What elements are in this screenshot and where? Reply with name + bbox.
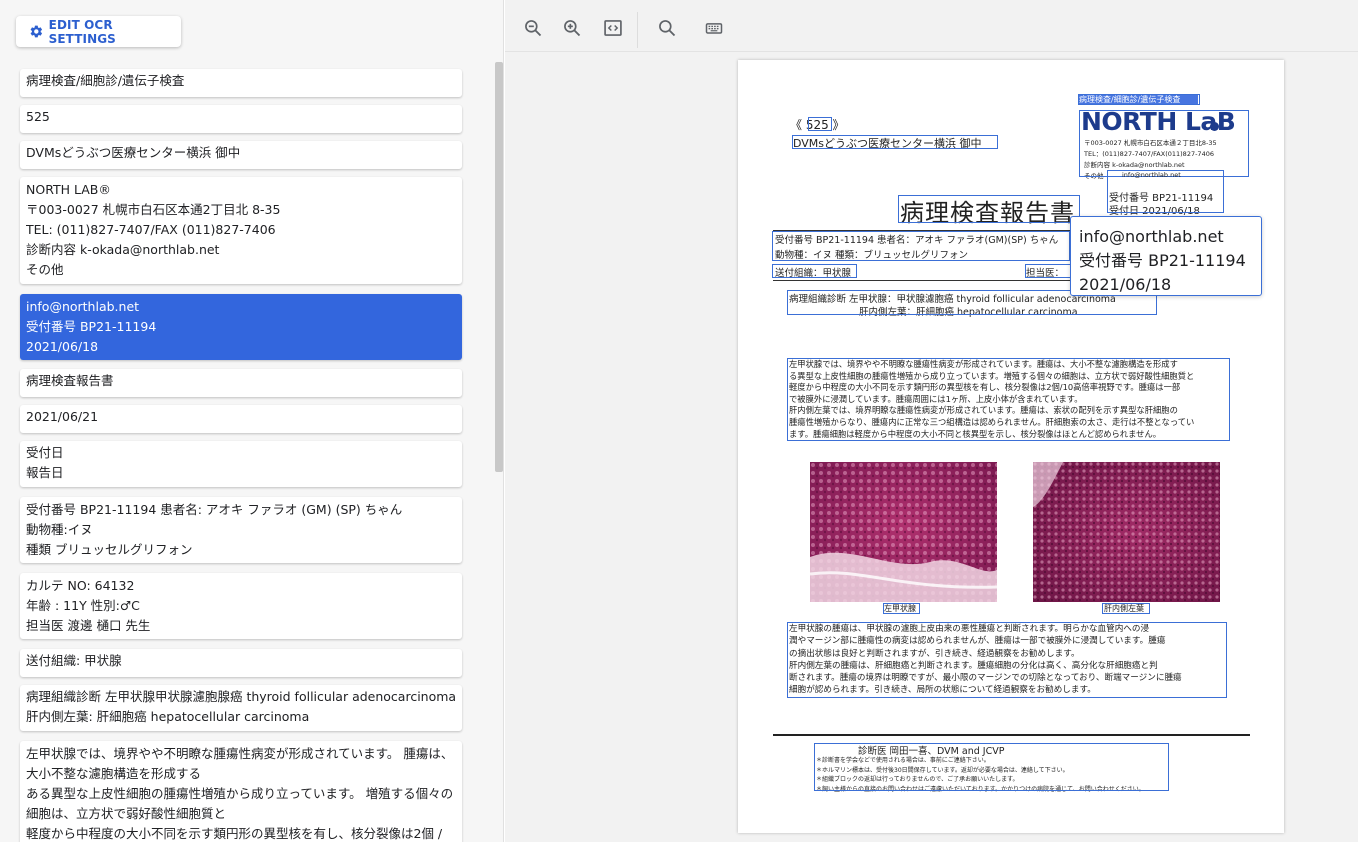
ocr-card-line: TEL: (011)827-7407/FAX (011)827-7406 [26, 222, 276, 237]
ocr-card[interactable]: 病理組織診断 左甲状腺甲状腺濾胞腺癌 thyroid follicular ad… [20, 685, 462, 731]
ocr-box[interactable] [1079, 110, 1249, 177]
ocr-card-line: 動物種:イヌ [26, 522, 93, 537]
ocr-card-line: 肝内側左葉: 肝細胞癌 hepatocellular carcinoma [26, 709, 310, 724]
search-button[interactable] [656, 17, 678, 39]
ocr-card-line: NORTH LAB® [26, 182, 111, 197]
ocr-card[interactable]: カルテ NO: 64132 年齢 : 11Y 性別:♂C 担当医 渡邊 樋口 先… [20, 573, 462, 639]
gear-icon [30, 25, 43, 38]
histology-image-thyroid [810, 462, 997, 602]
ocr-card[interactable]: DVMsどうぶつ医療センター横浜 御中 [20, 141, 462, 169]
ocr-card[interactable]: 送付組織: 甲状腺 [20, 649, 462, 677]
zoom-out-button[interactable] [522, 17, 544, 39]
ocr-card-line: 診断内容 k-okada@northlab.net [26, 242, 220, 257]
footer-rule [773, 734, 1250, 736]
ocr-card-line: 病理検査/細胞診/遺伝子検査 [26, 73, 185, 88]
ocr-card-line: 軽度から中程度の大小不同を示す類円形の異型核を有し、核分裂像は2個 / [26, 826, 443, 841]
toolbar-divider [637, 12, 638, 48]
ocr-card-line: 担当医 渡邊 樋口 先生 [26, 618, 151, 633]
ocr-card-line: 2021/06/18 [26, 339, 99, 354]
ocr-card-line: info@northlab.net [26, 299, 140, 314]
ocr-box[interactable] [1025, 264, 1071, 278]
scrollbar-thumb[interactable] [495, 62, 503, 472]
viewer-toolbar [505, 4, 1358, 52]
ocr-box[interactable] [808, 117, 832, 131]
ocr-box[interactable] [772, 264, 857, 278]
tooltip-line: 受付番号 BP21-11194 [1079, 251, 1246, 270]
ocr-card-line: 受付番号 BP21-11194 患者名: アオキ ファラオ (GM) (SP) … [26, 502, 403, 517]
ocr-tooltip: info@northlab.net 受付番号 BP21-11194 2021/0… [1070, 216, 1262, 296]
ocr-box[interactable] [814, 743, 1169, 791]
ocr-card[interactable]: 525 [20, 105, 462, 133]
ocr-card-line: DVMsどうぶつ医療センター横浜 御中 [26, 145, 241, 160]
edit-ocr-settings-label: EDIT OCR SETTINGS [48, 17, 116, 46]
ocr-results-panel: EDIT OCR SETTINGS 病理検査/細胞診/遺伝子検査 525 DVM… [0, 0, 504, 842]
ocr-card-line: カルテ NO: 64132 [26, 578, 135, 593]
ocr-card-line: 2021/06/21 [26, 409, 99, 424]
zoom-in-icon [564, 20, 581, 37]
ocr-box[interactable] [898, 195, 1080, 223]
ocr-card[interactable]: 病理検査報告書 [20, 369, 462, 397]
ocr-card-line: 年齢 : 11Y 性別:♂C [26, 598, 140, 613]
fit-view-button[interactable] [602, 17, 624, 39]
tooltip-line: 2021/06/18 [1079, 275, 1172, 294]
ocr-card-line: 受付日 [26, 445, 64, 460]
ocr-card[interactable]: 受付番号 BP21-11194 患者名: アオキ ファラオ (GM) (SP) … [20, 497, 462, 563]
ocr-card[interactable]: 受付日 報告日 [20, 441, 462, 487]
ocr-card-line: 〒003-0027 札幌市白石区本通2丁目北 8-35 [26, 202, 281, 217]
ocr-card-line: その他 [26, 262, 64, 277]
keyboard-button[interactable] [703, 17, 725, 39]
ocr-card-line: 送付組織: 甲状腺 [26, 653, 122, 668]
ocr-card[interactable]: 病理検査/細胞診/遺伝子検査 [20, 69, 462, 97]
tooltip-line: info@northlab.net [1079, 227, 1224, 246]
ocr-card-line: 病理組織診断 左甲状腺甲状腺濾胞腺癌 thyroid follicular ad… [26, 689, 456, 704]
zoom-out-icon [525, 20, 542, 37]
search-icon [659, 20, 676, 37]
ocr-box[interactable] [1102, 603, 1150, 614]
ocr-card-line: 病理検査報告書 [26, 373, 114, 388]
ocr-card-line: 種類 ブリュッセルグリフォン [26, 542, 193, 557]
ocr-box[interactable] [787, 622, 1227, 698]
ocr-card-selected[interactable]: info@northlab.net 受付番号 BP21-11194 2021/0… [20, 294, 462, 360]
ocr-box[interactable] [787, 358, 1230, 441]
ocr-card-line: 左甲状腺では、境界やや不明瞭な腫瘍性病変が形成されています。 腫瘍は、大小不整な… [26, 746, 454, 781]
ocr-card-line: 報告日 [26, 465, 64, 480]
document-viewer: 病理検査/細胞診/遺伝子検査 《 525 》 DVMsどうぶつ医療センター横浜 … [505, 0, 1358, 842]
ocr-card-line: 受付番号 BP21-11194 [26, 319, 157, 334]
histology-image-liver [1033, 462, 1220, 602]
document-page: 病理検査/細胞診/遺伝子検査 《 525 》 DVMsどうぶつ医療センター横浜 … [738, 60, 1284, 833]
ocr-box[interactable] [1078, 94, 1200, 105]
ocr-card[interactable]: 左甲状腺では、境界やや不明瞭な腫瘍性病変が形成されています。 腫瘍は、大小不整な… [20, 741, 462, 842]
ocr-card[interactable]: NORTH LAB® 〒003-0027 札幌市白石区本通2丁目北 8-35 T… [20, 177, 462, 284]
ocr-box[interactable] [883, 603, 920, 614]
ocr-review-app: EDIT OCR SETTINGS 病理検査/細胞診/遺伝子検査 525 DVM… [0, 0, 1358, 842]
keyboard-icon [705, 23, 723, 34]
ocr-card-line: ある異型な上皮性細胞の腫瘍性増殖から成り立っています。 増殖する個々の細胞は、立… [26, 786, 454, 821]
ocr-box[interactable] [792, 135, 998, 149]
ocr-box[interactable] [772, 231, 1070, 261]
ocr-box-selected[interactable] [1107, 170, 1224, 213]
edit-ocr-settings-button[interactable]: EDIT OCR SETTINGS [16, 16, 181, 47]
ocr-card[interactable]: 2021/06/21 [20, 405, 462, 433]
zoom-in-button[interactable] [561, 17, 583, 39]
ocr-card-line: 525 [26, 109, 50, 124]
fit-code-icon [604, 20, 622, 36]
